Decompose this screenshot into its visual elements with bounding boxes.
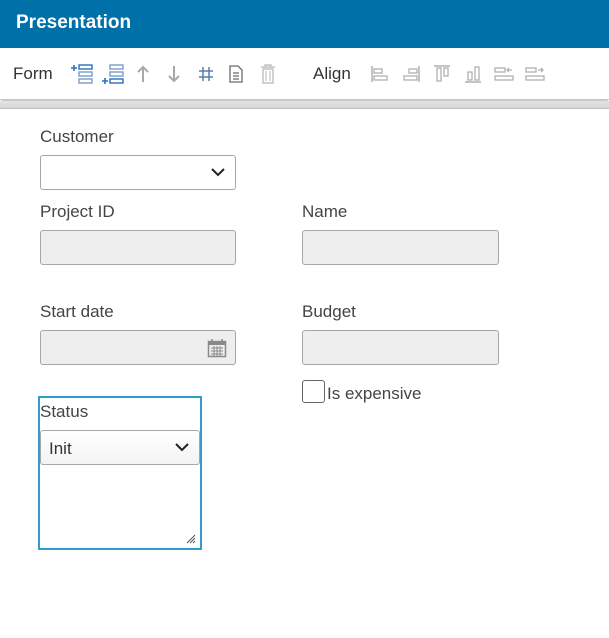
- align-left-icon: [371, 66, 388, 82]
- start-date-label: Start date: [40, 302, 114, 321]
- align-top-icon: [434, 65, 450, 82]
- name-field[interactable]: [302, 230, 499, 265]
- align-top-button[interactable]: [429, 61, 455, 87]
- align-bottom-icon: [465, 66, 481, 83]
- status-select[interactable]: Init: [40, 430, 200, 465]
- is-expensive-label[interactable]: Is expensive: [327, 384, 422, 404]
- distribute-right-icon: [525, 67, 545, 81]
- align-label: Align: [313, 64, 351, 83]
- calendar-icon[interactable]: [207, 338, 227, 358]
- document-button[interactable]: [223, 61, 249, 87]
- distribute-left-button[interactable]: [491, 61, 517, 87]
- customer-label: Customer: [40, 127, 114, 146]
- arrow-up-icon: [137, 65, 149, 82]
- chevron-down-icon: [211, 168, 225, 177]
- panel-divider: [0, 100, 609, 109]
- project-id-label: Project ID: [40, 202, 115, 221]
- customer-select[interactable]: [40, 155, 236, 190]
- status-widget-selection[interactable]: Status Init: [38, 396, 202, 550]
- grid-button[interactable]: [193, 61, 219, 87]
- distribute-right-button[interactable]: [522, 61, 548, 87]
- status-value: Init: [49, 439, 72, 458]
- align-right-button[interactable]: [398, 61, 424, 87]
- align-right-icon: [403, 66, 420, 82]
- move-up-button[interactable]: [130, 61, 156, 87]
- add-row-below-button[interactable]: [100, 61, 126, 87]
- delete-button[interactable]: [255, 61, 281, 87]
- chevron-down-icon: [175, 443, 189, 452]
- distribute-left-icon: [494, 67, 514, 81]
- add-row-below-icon: [102, 64, 124, 84]
- budget-field[interactable]: [302, 330, 499, 365]
- grid-icon: [199, 67, 213, 81]
- resize-handle-icon[interactable]: [186, 534, 196, 544]
- form-label: Form: [13, 64, 53, 83]
- document-icon: [229, 65, 243, 83]
- add-row-above-button[interactable]: [69, 61, 95, 87]
- status-label: Status: [40, 402, 89, 421]
- window-title: Presentation: [0, 0, 609, 48]
- name-label: Name: [302, 202, 348, 221]
- is-expensive-checkbox[interactable]: [302, 380, 325, 403]
- start-date-field[interactable]: [40, 330, 236, 365]
- budget-label: Budget: [302, 302, 356, 321]
- move-down-button[interactable]: [161, 61, 187, 87]
- arrow-down-icon: [168, 66, 180, 83]
- align-bottom-button[interactable]: [460, 61, 486, 87]
- align-left-button[interactable]: [367, 61, 393, 87]
- trash-icon: [261, 64, 275, 84]
- project-id-field[interactable]: [40, 230, 236, 265]
- add-row-above-icon: [71, 64, 93, 84]
- toolbar: Form Align: [0, 48, 609, 100]
